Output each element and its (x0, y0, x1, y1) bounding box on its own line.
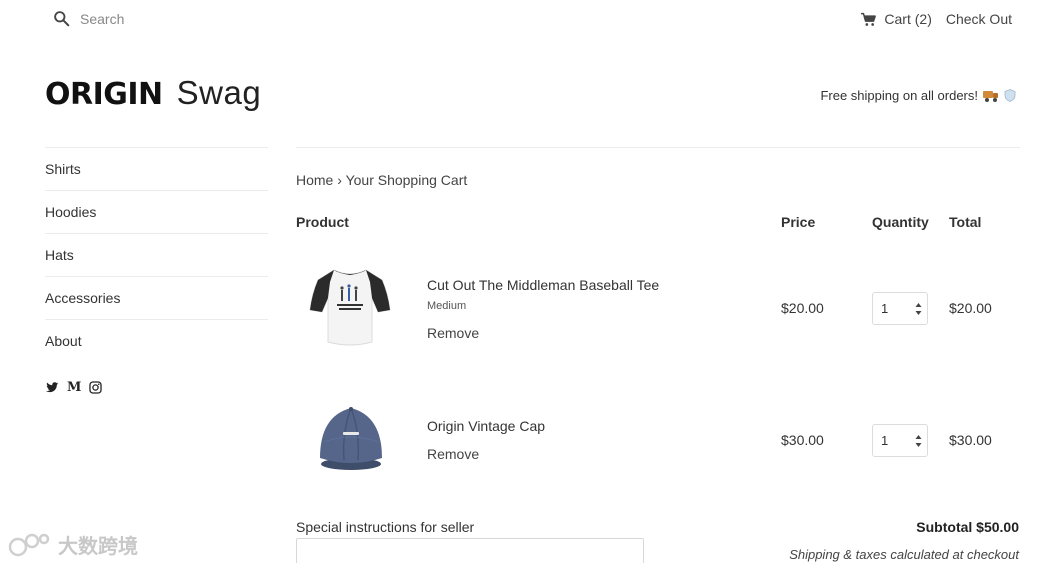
sidebar-item-about[interactable]: About (45, 319, 268, 362)
breadcrumb-home[interactable]: Home (296, 172, 333, 188)
top-bar: Search Cart (2) Check Out (0, 0, 1054, 42)
cart-label: Cart (2) (884, 11, 932, 27)
header-product: Product (296, 214, 349, 230)
quantity-stepper[interactable]: 1 (872, 292, 928, 325)
instructions-label: Special instructions for seller (296, 519, 475, 535)
spinner-arrows-icon[interactable] (915, 433, 922, 449)
item-total: $20.00 (949, 300, 992, 316)
item-title[interactable]: Origin Vintage Cap (427, 418, 545, 434)
header-total: Total (949, 214, 982, 230)
watermark: 大数跨境 (8, 530, 138, 559)
product-image-tee[interactable] (308, 264, 392, 350)
item-title[interactable]: Cut Out The Middleman Baseball Tee (427, 277, 659, 293)
instagram-icon[interactable] (89, 381, 103, 394)
sidebar-item-hats[interactable]: Hats (45, 233, 268, 276)
header-quantity: Quantity (872, 214, 929, 230)
search-box[interactable]: Search (53, 10, 124, 27)
sidebar-item-shirts[interactable]: Shirts (45, 147, 268, 190)
instructions-textarea[interactable] (296, 538, 644, 563)
shield-icon (1004, 89, 1016, 102)
breadcrumb-separator: › (337, 172, 342, 188)
search-icon (54, 11, 70, 27)
quantity-value: 1 (881, 433, 889, 448)
quantity-value: 1 (881, 301, 889, 316)
truck-icon (983, 90, 999, 102)
top-nav: Cart (2) Check Out (860, 11, 1012, 27)
cart-icon (861, 12, 877, 26)
watermark-logo-icon (8, 533, 50, 556)
medium-icon[interactable]: M (67, 381, 81, 394)
header-divider (296, 147, 1020, 148)
remove-link[interactable]: Remove (427, 325, 479, 341)
remove-link[interactable]: Remove (427, 446, 479, 462)
breadcrumb-current: Your Shopping Cart (345, 172, 468, 188)
social-links: M (46, 381, 268, 394)
watermark-text: 大数跨境 (58, 536, 138, 558)
item-price: $20.00 (781, 300, 824, 316)
checkout-link[interactable]: Check Out (946, 11, 1012, 27)
sidebar-item-hoodies[interactable]: Hoodies (45, 190, 268, 233)
subtotal: Subtotal $50.00 (916, 519, 1019, 535)
item-total: $30.00 (949, 432, 992, 448)
logo-wordmark: ORIGIN (45, 77, 163, 112)
shipping-text: Free shipping on all orders! (820, 88, 978, 103)
breadcrumb: Home › Your Shopping Cart (296, 172, 467, 188)
spinner-arrows-icon[interactable] (915, 301, 922, 317)
taxes-note: Shipping & taxes calculated at checkout (789, 547, 1019, 562)
site-logo[interactable]: ORIGIN Swag (45, 74, 261, 112)
search-input[interactable]: Search (80, 11, 124, 27)
item-variant: Medium (427, 300, 467, 312)
item-price: $30.00 (781, 432, 824, 448)
product-image-cap[interactable] (312, 402, 390, 474)
sidebar-nav: Shirts Hoodies Hats Accessories About M (45, 147, 268, 394)
twitter-icon[interactable] (46, 381, 59, 394)
cart-link[interactable]: Cart (2) (860, 11, 932, 27)
header-price: Price (781, 214, 816, 230)
quantity-stepper[interactable]: 1 (872, 424, 928, 457)
sidebar-item-accessories[interactable]: Accessories (45, 276, 268, 319)
shipping-banner: Free shipping on all orders! (820, 88, 1016, 103)
logo-suffix: Swag (176, 74, 262, 111)
